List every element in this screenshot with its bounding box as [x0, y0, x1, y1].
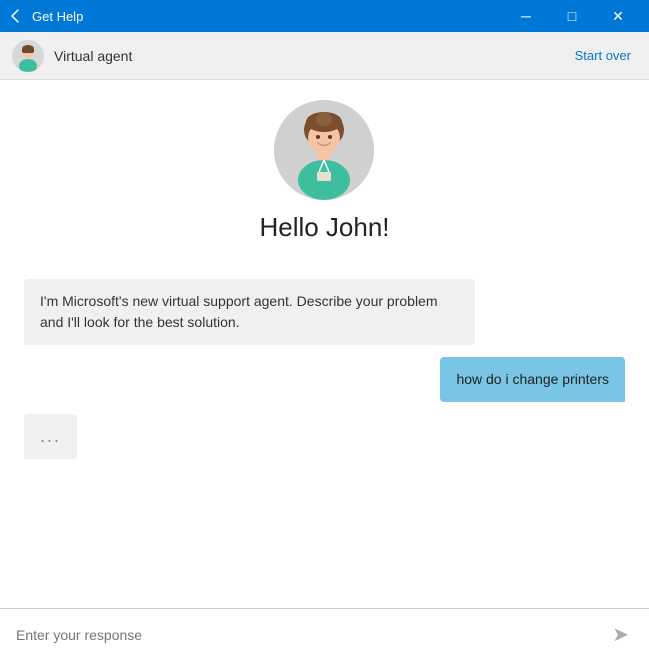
- bot-message-1: I'm Microsoft's new virtual support agen…: [24, 279, 475, 345]
- agent-name-label: Virtual agent: [54, 48, 569, 64]
- agent-intro: Hello John!: [259, 100, 389, 259]
- response-input[interactable]: [16, 627, 608, 643]
- user-message-1-text: how do i change printers: [456, 371, 609, 387]
- chat-area: Hello John! I'm Microsoft's new virtual …: [0, 80, 649, 608]
- back-button[interactable]: [8, 8, 24, 24]
- input-bar: ➤: [0, 608, 649, 660]
- user-message-1: how do i change printers: [440, 357, 625, 402]
- close-button[interactable]: ✕: [595, 0, 641, 32]
- bot-message-1-text: I'm Microsoft's new virtual support agen…: [40, 293, 438, 330]
- typing-indicator: ...: [24, 414, 77, 459]
- window-title: Get Help: [32, 9, 503, 24]
- agent-avatar-small: [12, 40, 44, 72]
- greeting-text: Hello John!: [259, 212, 389, 243]
- minimize-button[interactable]: ─: [503, 0, 549, 32]
- start-over-button[interactable]: Start over: [569, 44, 637, 67]
- header-bar: Virtual agent Start over: [0, 32, 649, 80]
- agent-avatar-large: [274, 100, 374, 200]
- title-bar: Get Help ─ □ ✕: [0, 0, 649, 32]
- window-controls: ─ □ ✕: [503, 0, 641, 32]
- maximize-button[interactable]: □: [549, 0, 595, 32]
- send-button[interactable]: ➤: [608, 618, 633, 651]
- typing-dots: ...: [40, 426, 61, 446]
- messages-container: I'm Microsoft's new virtual support agen…: [24, 279, 625, 459]
